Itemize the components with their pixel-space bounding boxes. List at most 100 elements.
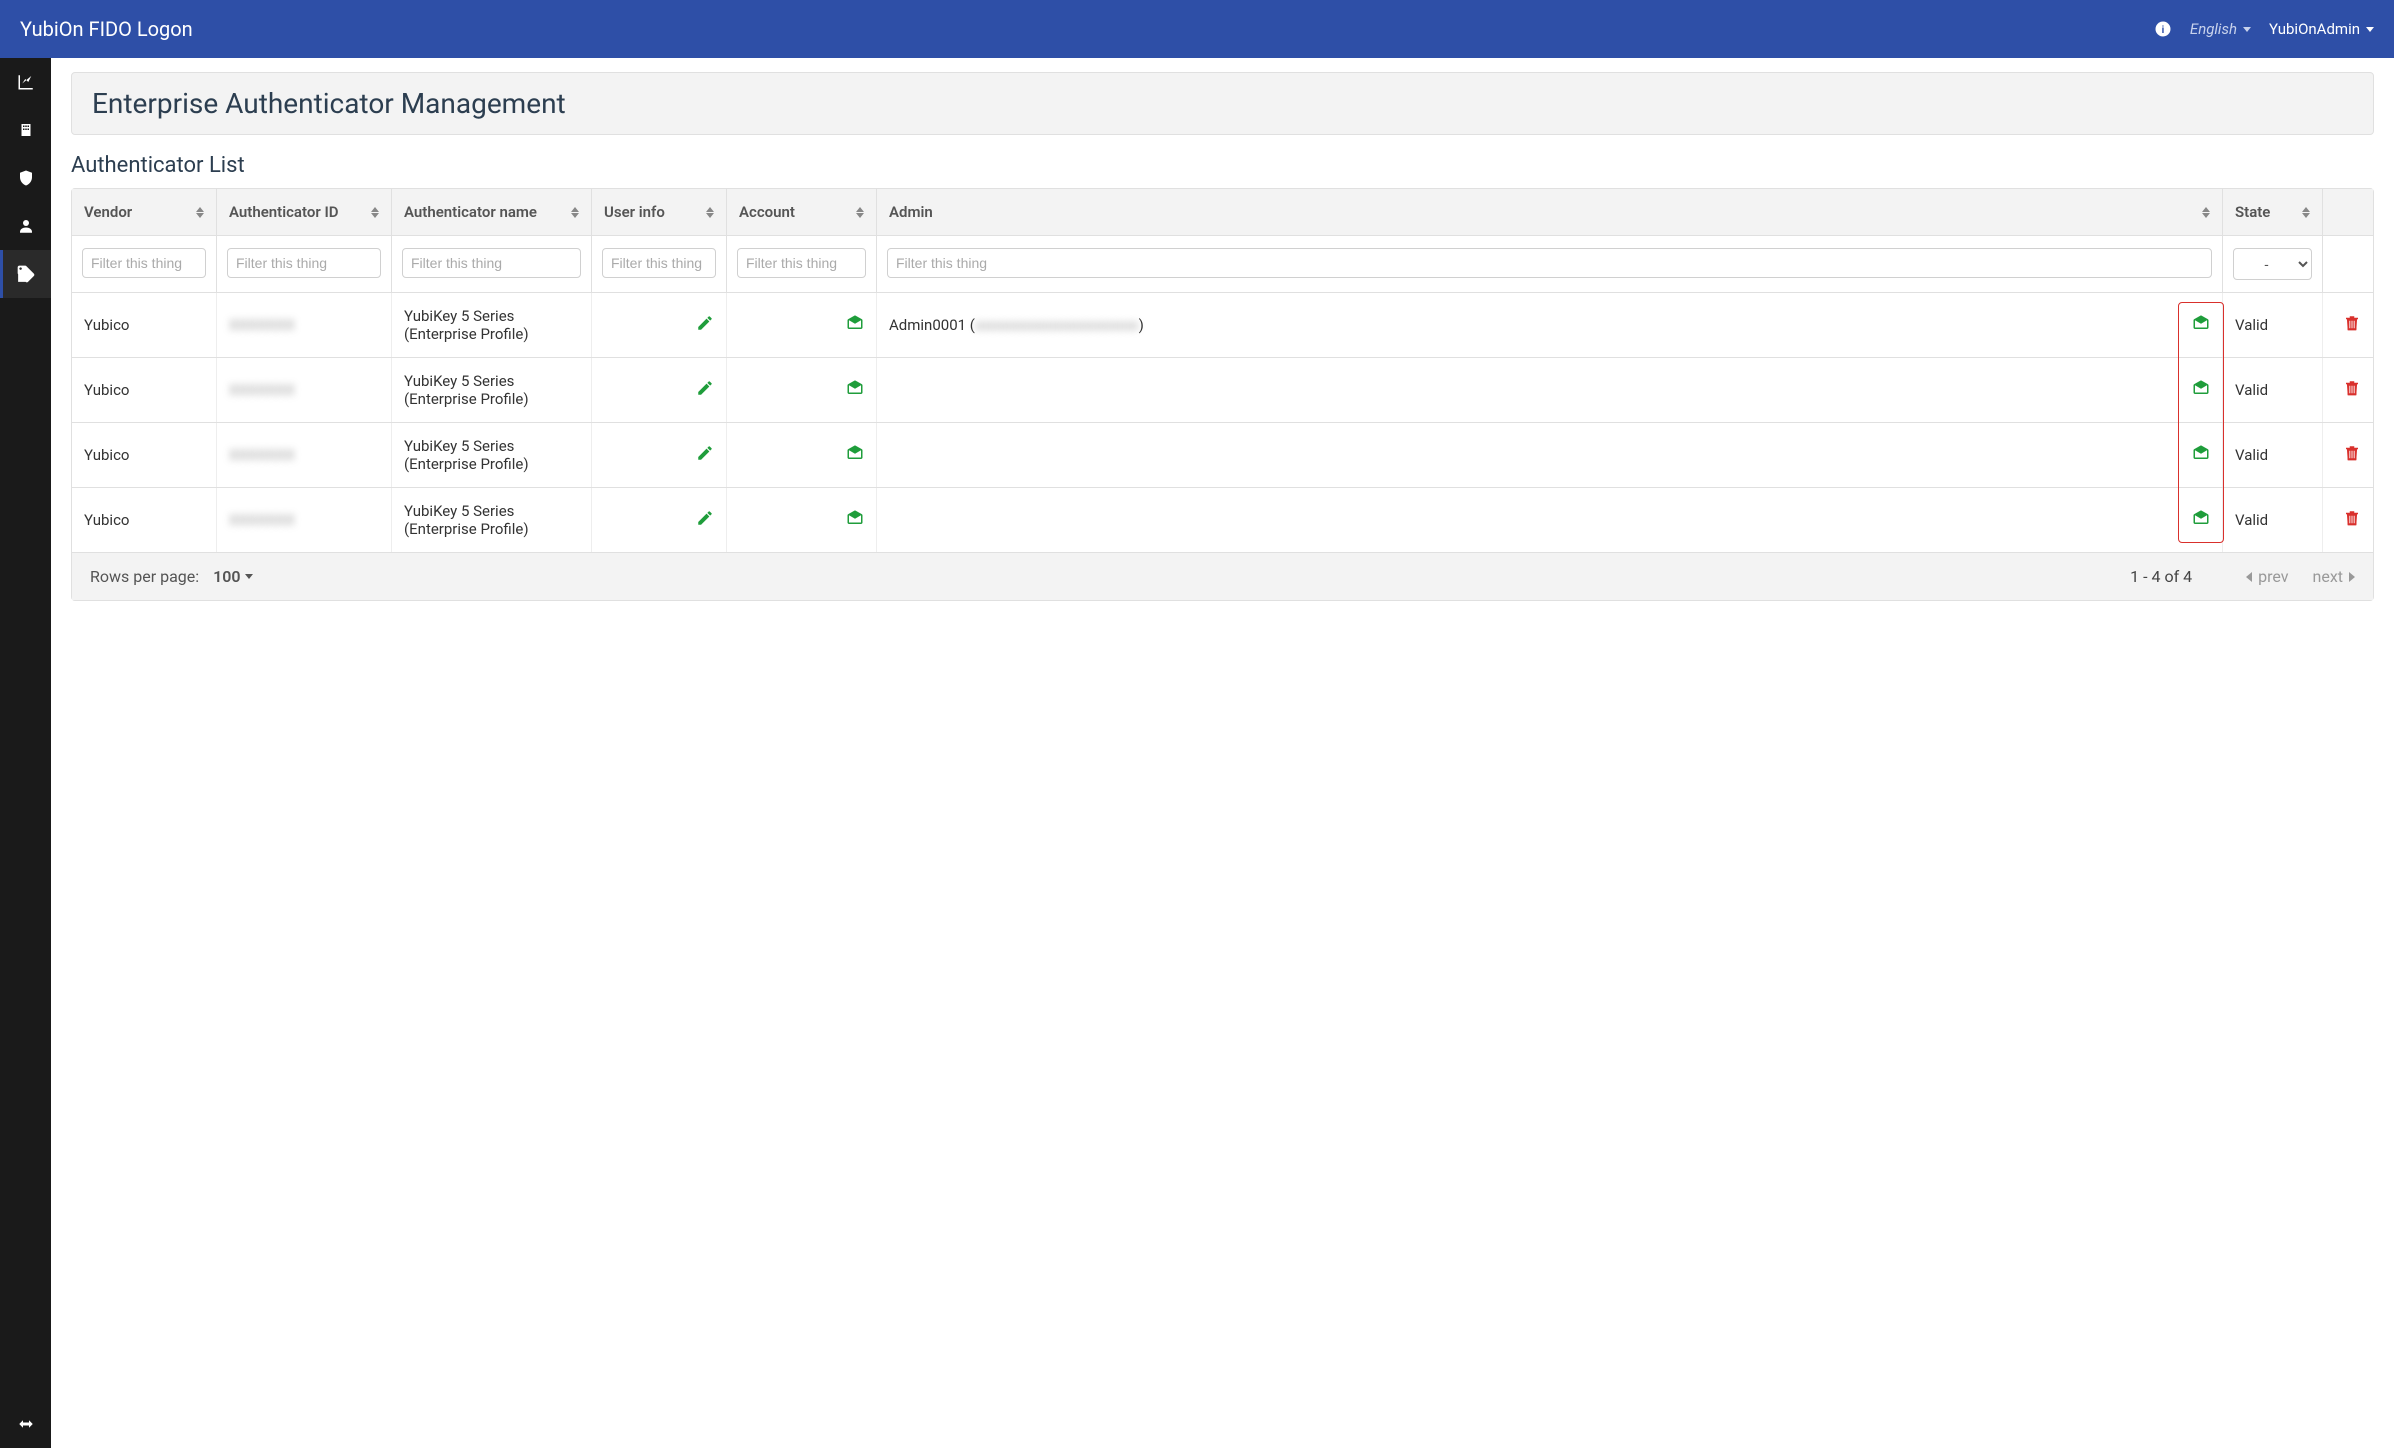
cell-actions xyxy=(2323,358,2373,422)
filter-authname[interactable] xyxy=(402,248,581,278)
cell-admin xyxy=(877,358,2223,422)
sidebar xyxy=(0,58,51,1448)
cell-vendor: Yubico xyxy=(72,293,217,357)
edit-icon[interactable] xyxy=(696,509,714,531)
filter-account[interactable] xyxy=(737,248,866,278)
delete-icon[interactable] xyxy=(2343,444,2361,466)
sidebar-toggle[interactable] xyxy=(0,1400,51,1448)
mail-icon[interactable] xyxy=(846,314,864,336)
cell-authname: YubiKey 5 Series (Enterprise Profile) xyxy=(392,358,592,422)
pagination-range: 1 - 4 of 4 xyxy=(2130,567,2192,586)
filter-state[interactable]: - xyxy=(2233,248,2312,280)
cell-vendor: Yubico xyxy=(72,423,217,487)
table-row: YubicoXXXXXXXYubiKey 5 Series (Enterpris… xyxy=(72,358,2373,423)
sort-icon xyxy=(706,207,714,218)
cell-account xyxy=(727,423,877,487)
table-header: Vendor Authenticator ID Authenticator na… xyxy=(72,189,2373,236)
topbar: YubiOn FIDO Logon i English YubiOnAdmin xyxy=(0,0,2394,58)
cell-authid: XXXXXXX xyxy=(217,488,392,552)
cell-userinfo xyxy=(592,488,727,552)
sort-icon xyxy=(571,207,579,218)
list-title: Authenticator List xyxy=(71,153,2374,178)
mail-icon[interactable] xyxy=(2192,379,2210,401)
cell-actions xyxy=(2323,488,2373,552)
user-menu[interactable]: YubiOnAdmin xyxy=(2269,20,2374,38)
sidebar-item-authenticators[interactable] xyxy=(0,250,51,298)
pagination-next[interactable]: next xyxy=(2313,567,2356,586)
column-authid[interactable]: Authenticator ID xyxy=(217,189,392,235)
mail-icon[interactable] xyxy=(2192,509,2210,531)
sort-icon xyxy=(371,207,379,218)
column-state[interactable]: State xyxy=(2223,189,2323,235)
chevron-right-icon xyxy=(2349,572,2355,582)
info-icon[interactable]: i xyxy=(2154,20,2172,38)
language-selector[interactable]: English xyxy=(2190,20,2251,38)
cell-authname: YubiKey 5 Series (Enterprise Profile) xyxy=(392,423,592,487)
cell-account xyxy=(727,488,877,552)
chevron-left-icon xyxy=(2246,572,2252,582)
filter-vendor[interactable] xyxy=(82,248,206,278)
table-footer: Rows per page: 100 1 - 4 of 4 prev next xyxy=(72,552,2373,600)
delete-icon[interactable] xyxy=(2343,509,2361,531)
filter-admin[interactable] xyxy=(887,248,2212,278)
edit-icon[interactable] xyxy=(696,379,714,401)
sidebar-item-dashboard[interactable] xyxy=(0,58,51,106)
column-userinfo[interactable]: User info xyxy=(592,189,727,235)
mail-icon[interactable] xyxy=(846,509,864,531)
cell-state: Valid xyxy=(2223,293,2323,357)
cell-userinfo xyxy=(592,358,727,422)
mail-icon[interactable] xyxy=(846,379,864,401)
mail-icon[interactable] xyxy=(846,444,864,466)
svg-text:i: i xyxy=(2161,24,2164,36)
sidebar-item-security[interactable] xyxy=(0,154,51,202)
sort-icon xyxy=(856,207,864,218)
cell-admin: Admin0001 (xxxxxxxxxxxxxxxxxxxxxx) xyxy=(877,293,2223,357)
cell-actions xyxy=(2323,293,2373,357)
cell-state: Valid xyxy=(2223,423,2323,487)
cell-state: Valid xyxy=(2223,358,2323,422)
table-row: YubicoXXXXXXXYubiKey 5 Series (Enterpris… xyxy=(72,423,2373,488)
main-content: Enterprise Authenticator Management Auth… xyxy=(51,58,2394,621)
mail-icon[interactable] xyxy=(2192,314,2210,336)
cell-vendor: Yubico xyxy=(72,358,217,422)
chevron-down-icon xyxy=(2366,27,2374,32)
chevron-down-icon xyxy=(245,574,253,579)
column-admin[interactable]: Admin xyxy=(877,189,2223,235)
chevron-down-icon xyxy=(2243,27,2251,32)
filter-authid[interactable] xyxy=(227,248,381,278)
column-vendor[interactable]: Vendor xyxy=(72,189,217,235)
cell-vendor: Yubico xyxy=(72,488,217,552)
edit-icon[interactable] xyxy=(696,314,714,336)
page-title-box: Enterprise Authenticator Management xyxy=(71,72,2374,135)
user-label: YubiOnAdmin xyxy=(2269,20,2360,38)
sort-icon xyxy=(2202,207,2210,218)
pagination-prev[interactable]: prev xyxy=(2246,567,2288,586)
edit-icon[interactable] xyxy=(696,444,714,466)
cell-authname: YubiKey 5 Series (Enterprise Profile) xyxy=(392,488,592,552)
sort-icon xyxy=(2302,207,2310,218)
language-label: English xyxy=(2190,20,2237,38)
cell-userinfo xyxy=(592,293,727,357)
rows-per-page-label: Rows per page: xyxy=(90,567,199,586)
cell-authname: YubiKey 5 Series (Enterprise Profile) xyxy=(392,293,592,357)
cell-admin xyxy=(877,488,2223,552)
delete-icon[interactable] xyxy=(2343,314,2361,336)
column-actions xyxy=(2323,189,2373,235)
brand-title: YubiOn FIDO Logon xyxy=(20,17,2154,41)
table-filters: - xyxy=(72,236,2373,293)
cell-authid: XXXXXXX xyxy=(217,358,392,422)
sidebar-item-enterprise[interactable] xyxy=(0,106,51,154)
cell-account xyxy=(727,293,877,357)
authenticator-table: Vendor Authenticator ID Authenticator na… xyxy=(71,188,2374,601)
cell-userinfo xyxy=(592,423,727,487)
sort-icon xyxy=(196,207,204,218)
filter-userinfo[interactable] xyxy=(602,248,716,278)
column-authname[interactable]: Authenticator name xyxy=(392,189,592,235)
rows-per-page-selector[interactable]: 100 xyxy=(213,567,252,586)
column-account[interactable]: Account xyxy=(727,189,877,235)
mail-icon[interactable] xyxy=(2192,444,2210,466)
sidebar-item-users[interactable] xyxy=(0,202,51,250)
cell-authid: XXXXXXX xyxy=(217,293,392,357)
delete-icon[interactable] xyxy=(2343,379,2361,401)
table-row: YubicoXXXXXXXYubiKey 5 Series (Enterpris… xyxy=(72,293,2373,358)
